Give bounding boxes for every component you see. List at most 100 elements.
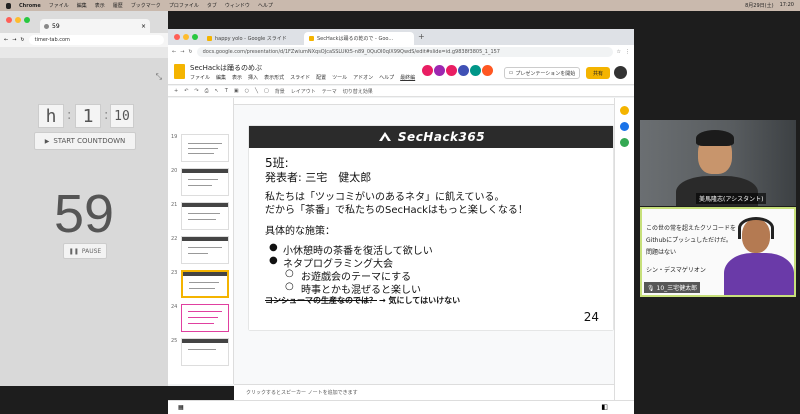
collaborator-avatar[interactable] (458, 65, 469, 76)
close-tab-icon[interactable]: × (141, 23, 146, 30)
new-tab-icon[interactable]: + (418, 32, 425, 41)
menu-edit[interactable]: 編集 (77, 2, 87, 9)
menu-history[interactable]: 履歴 (113, 2, 123, 9)
pause-button[interactable]: ❚❚ PAUSE (63, 243, 107, 259)
slide-thumbnail-selected[interactable] (181, 270, 229, 298)
explore-icon[interactable]: ◧ (601, 403, 608, 411)
collaborator-avatar[interactable] (422, 65, 433, 76)
toolbar-layout[interactable]: レイアウト (291, 88, 316, 95)
collaborator-avatar[interactable] (470, 65, 481, 76)
toolbar-transition[interactable]: 切り替え効果 (343, 88, 373, 95)
docs-last-edit[interactable]: 最終編 (400, 74, 415, 81)
slide-thumbnail[interactable] (181, 134, 229, 162)
address-bar[interactable]: timer-tab.com (28, 35, 164, 45)
present-button[interactable]: ▭ プレゼンテーションを開始 (504, 67, 580, 79)
slides-minimize-window-button[interactable] (183, 34, 189, 40)
back-icon[interactable]: ← (4, 37, 8, 43)
current-slide[interactable]: SecHack365 5班: 発表者: 三宅 健太郎 私たちは「ツッコミがいのあ… (249, 126, 613, 330)
redo-icon[interactable]: ↷ (194, 88, 198, 94)
star-icon[interactable]: ☆ (617, 49, 621, 55)
slide-filmstrip[interactable]: 19 20 21 22 23 24 25 (168, 98, 234, 384)
slide-thumbnail[interactable] (181, 168, 229, 196)
mic-icon: 🎙 (647, 285, 655, 292)
shape-icon[interactable]: ○ (245, 88, 249, 94)
undo-icon[interactable]: ↶ (184, 88, 188, 94)
menu-app[interactable]: Chrome (19, 3, 41, 9)
slides-maximize-window-button[interactable] (192, 34, 198, 40)
present-label: プレゼンテーションを開始 (515, 70, 576, 77)
slides-forward-icon[interactable]: → (180, 49, 184, 55)
tab-happy-yolo[interactable]: happy yolo - Google スライド (202, 32, 302, 45)
slides-back-icon[interactable]: ← (172, 49, 176, 55)
docs-menu-file[interactable]: ファイル (190, 74, 210, 81)
slide-thumbnail[interactable] (181, 236, 229, 264)
address-bar-text: timer-tab.com (34, 37, 70, 43)
toolbar-theme[interactable]: テーマ (322, 88, 337, 95)
video-tile-assistant[interactable]: 美馬隆志(アシスタント) (640, 120, 796, 206)
image-icon[interactable]: ▣ (234, 88, 239, 94)
slide-thumbnail[interactable] (181, 338, 229, 366)
docs-menu-slide[interactable]: スライド (290, 74, 310, 81)
forward-icon[interactable]: → (12, 37, 16, 43)
slide-thumbnail[interactable] (181, 304, 229, 332)
calendar-icon[interactable] (620, 138, 629, 147)
slides-address-bar[interactable]: docs.google.com/presentation/d/1FZwiumNX… (196, 47, 613, 57)
slides-close-window-button[interactable] (174, 34, 180, 40)
collaborator-avatar[interactable] (446, 65, 457, 76)
toolbar-background[interactable]: 背景 (275, 88, 285, 95)
tasks-icon[interactable] (620, 122, 629, 131)
line-icon[interactable]: ╲ (255, 88, 258, 94)
apple-icon[interactable] (6, 2, 11, 9)
thumb-number: 24 (171, 304, 178, 310)
account-avatar[interactable] (614, 66, 627, 79)
menu-file[interactable]: ファイル (49, 2, 69, 9)
sechack-logo-icon (378, 132, 391, 141)
maximize-window-button[interactable] (24, 17, 30, 23)
keep-icon[interactable] (620, 106, 629, 115)
more-icon[interactable]: ⋮ (625, 49, 630, 55)
print-icon[interactable]: ⎙ (205, 88, 209, 94)
video-tile-speaker[interactable]: この世の常を超えたクソコードを Githubにプッシュしただけだ。 問題はない … (640, 207, 796, 297)
slides-reload-icon[interactable]: ↻ (188, 49, 192, 55)
reload-icon[interactable]: ↻ (20, 37, 24, 43)
menu-tab[interactable]: タブ (207, 2, 217, 9)
docs-menu-tools[interactable]: ツール (332, 74, 347, 81)
minimize-window-button[interactable] (15, 17, 21, 23)
grid-view-icon[interactable]: ▦ (178, 404, 184, 411)
comment-icon[interactable]: ▢ (264, 88, 269, 94)
menu-bookmarks[interactable]: ブックマーク (131, 2, 161, 9)
slide-thumbnail[interactable] (181, 202, 229, 230)
docs-menu-edit[interactable]: 編集 (216, 74, 226, 81)
virtual-bg-text-3: 問題はない (646, 249, 677, 256)
document-title[interactable]: SecHackは踊るのめぶ (190, 63, 262, 73)
start-countdown-button[interactable]: ▶ START COUNTDOWN (34, 132, 136, 150)
docs-menu-addons[interactable]: アドオン (353, 74, 373, 81)
tab-sechack-title: SecHackは踊るの乾ので - Goo... (317, 36, 394, 42)
seconds-field[interactable]: 10 (110, 104, 134, 128)
docs-menu-insert[interactable]: 挿入 (248, 74, 258, 81)
docs-menu-arrange[interactable]: 配置 (316, 74, 326, 81)
tab-sechack-slides[interactable]: SecHackは踊るの乾ので - Goo... (304, 32, 414, 45)
menu-window[interactable]: ウィンドウ (225, 2, 250, 9)
tab-timer[interactable]: 59 × (40, 19, 150, 33)
minutes-field[interactable]: 1 (75, 104, 101, 128)
speaker-notes[interactable]: クリックするとスピーカー ノートを追加できます (234, 384, 614, 400)
textbox-icon[interactable]: T (225, 88, 228, 94)
docs-menu-view[interactable]: 表示 (232, 74, 242, 81)
close-window-button[interactable] (6, 17, 12, 23)
cursor-icon[interactable]: ↖ (215, 88, 219, 94)
menu-profile[interactable]: プロファイル (169, 2, 199, 9)
speaker-name-text: 10_三宅健太郎 (656, 285, 698, 292)
menu-view[interactable]: 表示 (95, 2, 105, 9)
docs-menu-format[interactable]: 表示形式 (264, 74, 284, 81)
menu-help[interactable]: ヘルプ (258, 2, 273, 9)
share-button[interactable]: 共有 (586, 67, 610, 79)
expand-icon[interactable]: ⤡ (156, 72, 162, 82)
hours-field[interactable]: h (38, 104, 64, 128)
collaborator-avatar[interactable] (434, 65, 445, 76)
docs-menu-help[interactable]: ヘルプ (379, 74, 394, 81)
slides-logo-icon[interactable] (174, 64, 185, 79)
add-slide-icon[interactable]: + (174, 88, 178, 94)
collaborator-avatar[interactable] (482, 65, 493, 76)
play-icon: ▶ (44, 137, 50, 145)
